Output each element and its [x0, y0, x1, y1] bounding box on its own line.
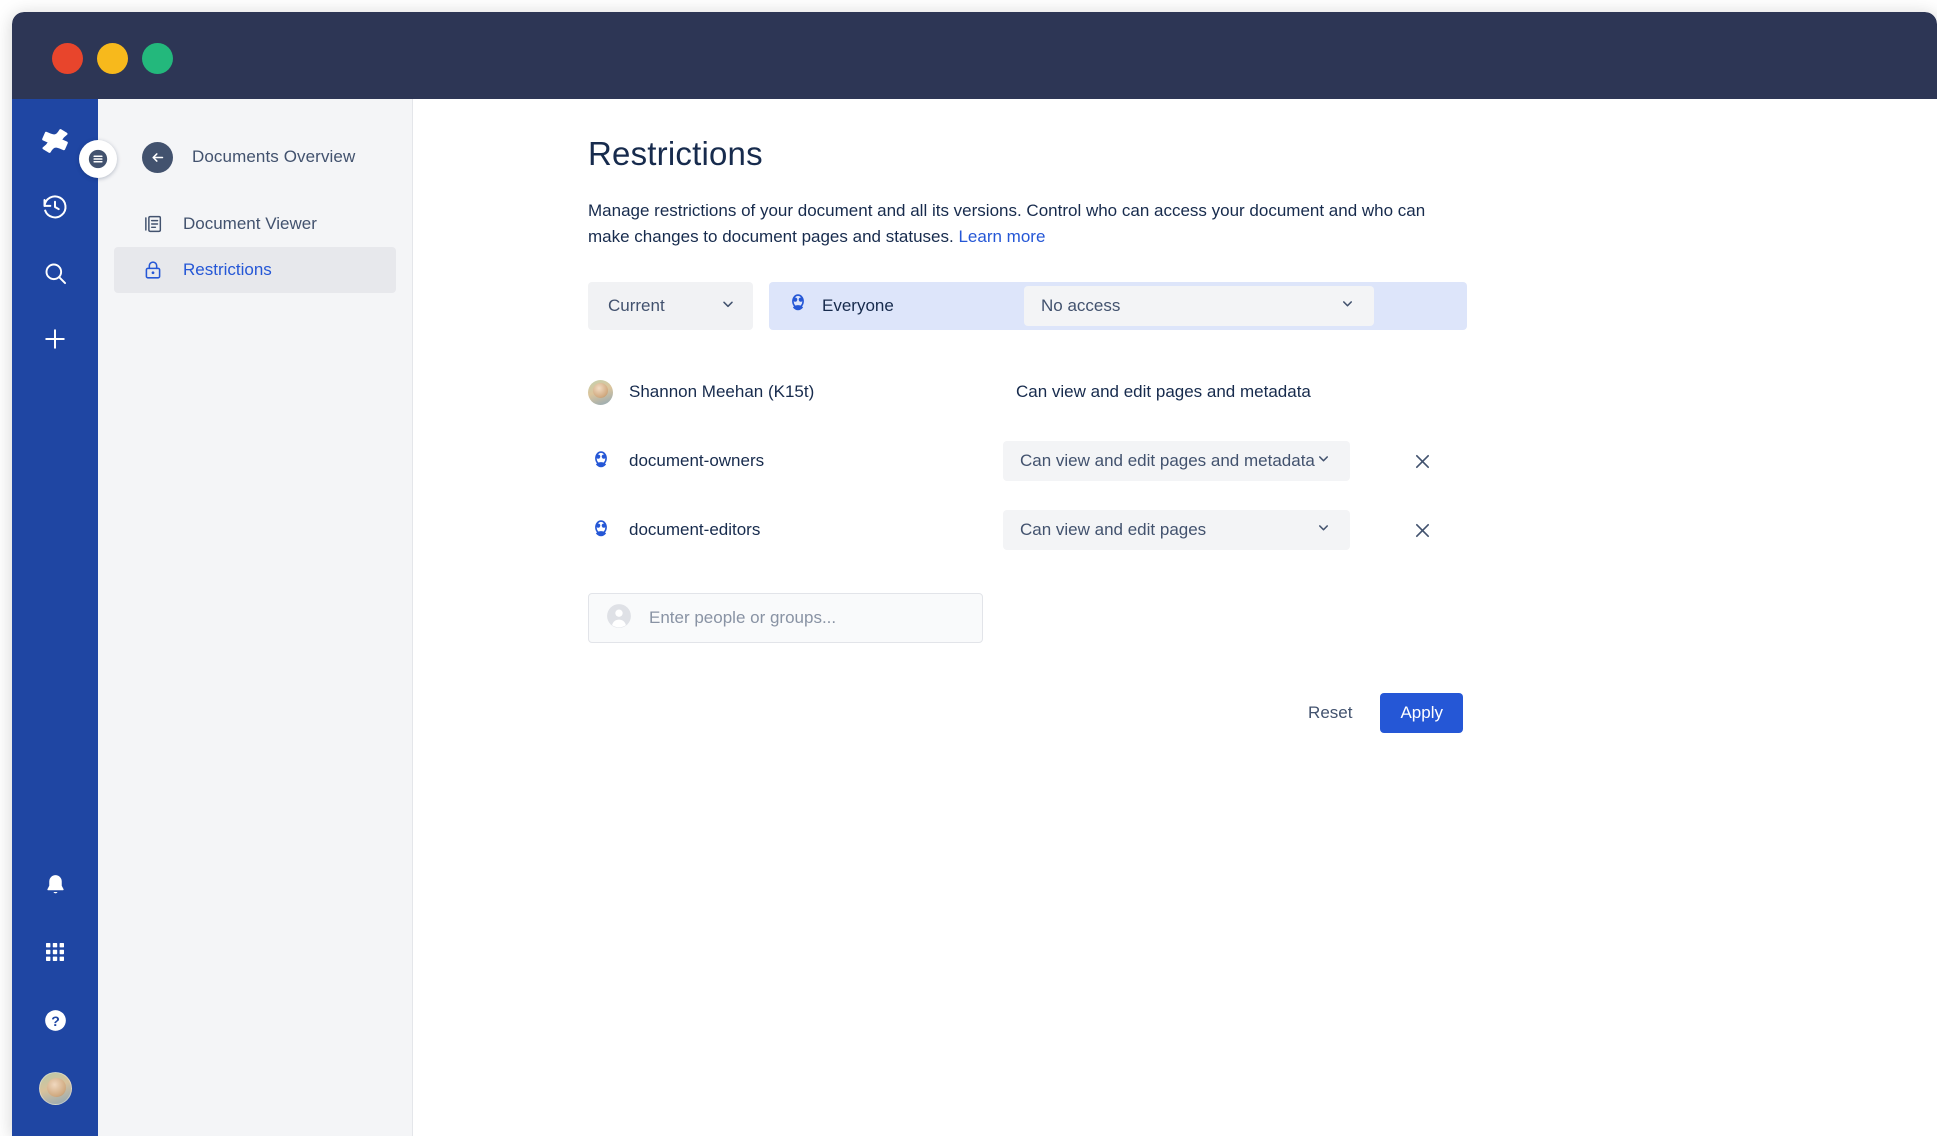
confluence-logo-icon[interactable]: [33, 119, 77, 163]
version-select[interactable]: Current: [588, 282, 753, 330]
search-icon[interactable]: [33, 251, 77, 295]
lock-icon: [142, 259, 164, 281]
table-row: document-editors Can view and edit pages: [588, 502, 1937, 558]
sidebar-header[interactable]: Documents Overview: [98, 99, 412, 179]
permission-subject-name: document-editors: [629, 520, 760, 540]
everyone-access-select[interactable]: No access: [1024, 286, 1374, 326]
window-maximize-button[interactable]: [142, 43, 173, 74]
user-avatar-icon: [588, 380, 613, 405]
sidebar-item-document-viewer[interactable]: Document Viewer: [114, 201, 396, 247]
form-actions: Reset Apply: [588, 693, 1463, 733]
permission-access-value: Can view and edit pages and metadata: [1020, 451, 1315, 471]
everyone-label-text: Everyone: [822, 296, 894, 316]
sidebar-item-restrictions[interactable]: Restrictions: [114, 247, 396, 293]
global-navigation-rail: ?: [12, 99, 98, 1136]
close-x-icon[interactable]: [1402, 510, 1442, 550]
add-people-placeholder: Enter people or groups...: [649, 608, 836, 628]
space-sidebar: Documents Overview Document Viewer: [98, 99, 413, 1136]
apply-button[interactable]: Apply: [1380, 693, 1463, 733]
document-viewer-icon: [142, 213, 164, 235]
permission-subject: Shannon Meehan (K15t): [588, 380, 1003, 405]
chevron-down-icon: [1316, 451, 1331, 471]
reset-button[interactable]: Reset: [1288, 693, 1372, 733]
application-window: ? Documents Overvie: [12, 12, 1937, 1136]
user-avatar-icon[interactable]: [33, 1066, 77, 1110]
group-people-icon: [588, 518, 613, 543]
permission-access: Can view and edit pages and metadata: [1003, 382, 1350, 402]
table-row: Shannon Meehan (K15t) Can view and edit …: [588, 364, 1937, 420]
app-switcher-grid-icon[interactable]: [33, 930, 77, 974]
sidebar-nav: Document Viewer Restrictions: [98, 201, 412, 293]
chevron-down-icon: [720, 296, 736, 317]
everyone-row: Everyone No access: [769, 282, 1467, 330]
version-select-value: Current: [608, 296, 665, 316]
chevron-down-icon: [1340, 296, 1355, 316]
permission-access-select[interactable]: Can view and edit pages and metadata: [1003, 441, 1350, 481]
sidebar-item-label: Restrictions: [183, 260, 272, 280]
page-description: Manage restrictions of your document and…: [588, 198, 1433, 249]
hamburger-menu-icon[interactable]: [79, 140, 117, 178]
rail-bottom-group: ?: [33, 862, 77, 1110]
sidebar-item-label: Document Viewer: [183, 214, 317, 234]
permission-access: Can view and edit pages and metadata: [1003, 441, 1442, 481]
everyone-label: Everyone: [786, 292, 1024, 321]
permission-subject: document-owners: [588, 449, 1003, 474]
person-avatar-icon: [606, 603, 632, 634]
chevron-down-icon: [1316, 520, 1331, 540]
permission-access: Can view and edit pages: [1003, 510, 1442, 550]
help-question-icon[interactable]: ?: [33, 998, 77, 1042]
back-arrow-icon[interactable]: [142, 142, 173, 173]
rail-top-group: [33, 119, 77, 361]
page-title: Restrictions: [588, 135, 1937, 173]
permission-access-select[interactable]: Can view and edit pages: [1003, 510, 1350, 550]
permission-access-value: Can view and edit pages: [1020, 520, 1206, 540]
access-row: Current: [588, 282, 1937, 330]
window-minimize-button[interactable]: [97, 43, 128, 74]
permission-subject-name: Shannon Meehan (K15t): [629, 382, 814, 402]
add-people-field[interactable]: Enter people or groups...: [588, 593, 983, 643]
table-row: document-owners Can view and edit pages …: [588, 433, 1937, 489]
history-clock-icon[interactable]: [33, 185, 77, 229]
plus-icon[interactable]: [33, 317, 77, 361]
learn-more-link[interactable]: Learn more: [958, 227, 1045, 246]
permission-access-value: Can view and edit pages and metadata: [1003, 382, 1350, 402]
restrictions-page: Restrictions Manage restrictions of your…: [413, 99, 1937, 733]
everyone-access-value: No access: [1041, 296, 1120, 316]
main-content: Restrictions Manage restrictions of your…: [413, 99, 1937, 1136]
avatar: [39, 1072, 72, 1105]
permission-subject: document-editors: [588, 518, 1003, 543]
notification-bell-icon[interactable]: [33, 862, 77, 906]
group-people-icon: [786, 292, 810, 321]
window-titlebar: [12, 12, 1937, 99]
close-x-icon[interactable]: [1402, 441, 1442, 481]
window-close-button[interactable]: [52, 43, 83, 74]
group-people-icon: [588, 449, 613, 474]
svg-text:?: ?: [51, 1012, 60, 1028]
permission-subject-name: document-owners: [629, 451, 764, 471]
sidebar-title: Documents Overview: [192, 147, 355, 167]
